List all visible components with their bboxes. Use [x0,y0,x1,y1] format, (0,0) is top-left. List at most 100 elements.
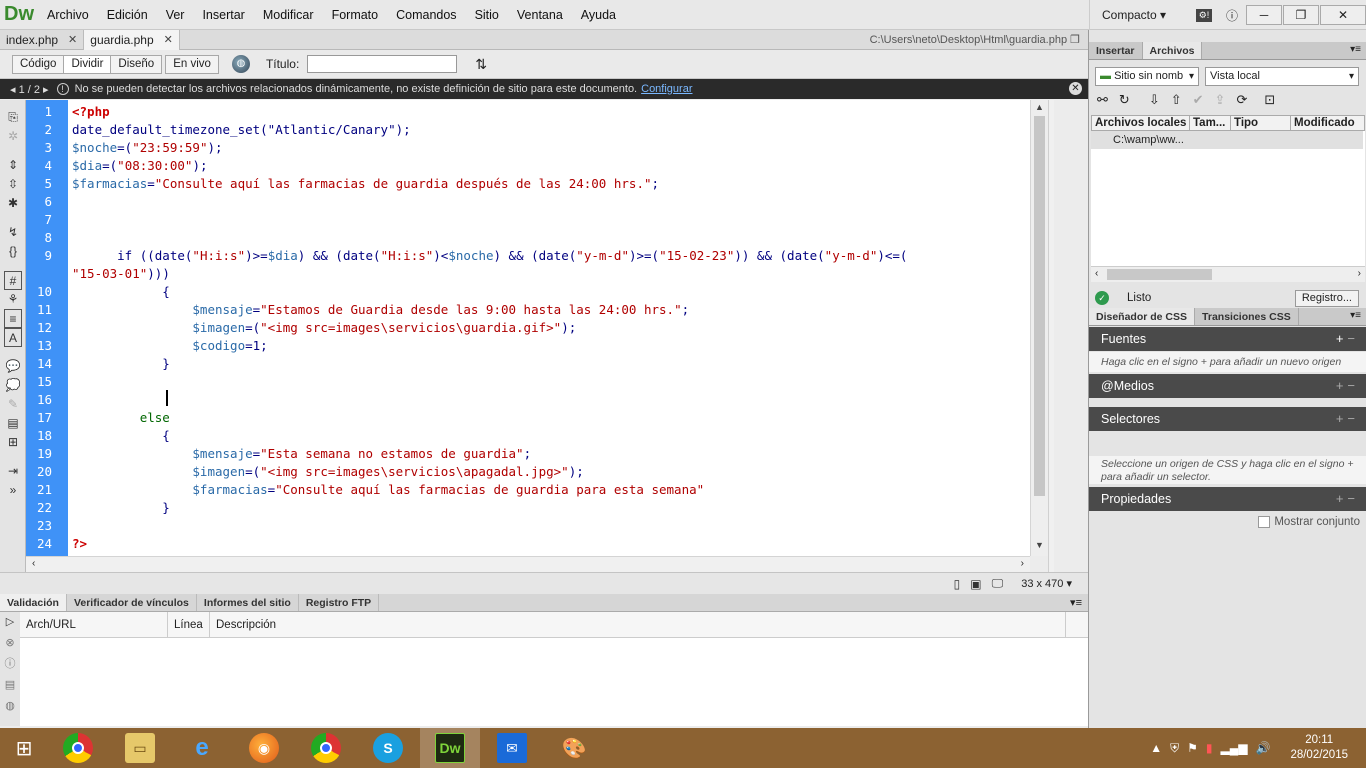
highlight-invalid-icon[interactable]: ⚘ [0,290,26,309]
restore-button[interactable]: ❐ [1283,5,1319,25]
get-files-icon[interactable]: ⇩ [1149,92,1160,108]
browse-report-icon[interactable]: ◍ [0,696,20,717]
column-descripcion[interactable]: Descripción [210,611,1066,638]
code-vertical-scrollbar[interactable]: ▲ ▼ [1030,100,1048,556]
remove-comment-icon[interactable]: 💭 [0,376,26,395]
add-icon[interactable]: + [1336,378,1348,393]
security-shield-icon[interactable]: ⛨ [1170,741,1179,756]
scroll-right-icon[interactable]: › [1021,558,1024,569]
properties-header[interactable]: Propiedades +− [1089,487,1366,511]
configure-link[interactable]: Configurar [641,83,692,95]
close-icon[interactable]: ✕ [164,30,173,50]
info-icon[interactable]: ⓘ [0,654,20,675]
chrome-taskbar-icon[interactable] [48,728,108,768]
help-icon[interactable]: ⓘ [1219,5,1245,25]
file-transfer-icon[interactable]: ⇅ [475,56,487,73]
scroll-left-icon[interactable]: ‹ [1095,268,1098,279]
apply-comment-icon[interactable]: 💬 [0,357,26,376]
desktop-size-icon[interactable]: 🖵 [992,576,1004,591]
panel-menu-icon[interactable]: ▾≡ [1350,44,1361,55]
media-header[interactable]: @Medios +− [1089,374,1366,398]
menu-formato[interactable]: Formato [323,0,388,30]
site-select[interactable]: ▬ Sitio sin nomb ▾ [1095,67,1199,86]
minimize-button[interactable]: ─ [1246,5,1282,25]
menu-ayuda[interactable]: Ayuda [572,0,625,30]
selectors-header[interactable]: Selectores +− [1089,407,1366,431]
scroll-up-icon[interactable]: ▲ [1035,102,1044,112]
tab-verificador-vinculos[interactable]: Verificador de vínculos [67,594,197,611]
recent-snippets-icon[interactable]: ▤ [0,414,26,433]
remove-icon[interactable]: − [1347,411,1359,426]
window-size-select[interactable]: 33 x 470 ▾ [1021,577,1072,590]
preview-globe-icon[interactable]: ◍ [231,55,250,73]
play-icon[interactable]: ▷ [0,612,20,633]
tab-insertar[interactable]: Insertar [1089,42,1143,59]
select-parent-tag-icon[interactable]: ↯ [0,223,26,242]
menu-edicion[interactable]: Edición [98,0,157,30]
add-icon[interactable]: + [1336,331,1348,346]
paint-taskbar-icon[interactable]: 🎨 [544,728,604,768]
balance-braces-icon[interactable]: {} [0,242,26,261]
network-signal-icon[interactable]: ▂▄▆ [1221,741,1248,755]
menu-sitio[interactable]: Sitio [466,0,508,30]
show-set-checkbox[interactable] [1258,516,1271,528]
clock[interactable]: 20:11 28/02/2015 [1290,733,1348,763]
panel-menu-icon[interactable]: ▾≡ [1350,310,1361,321]
remove-icon[interactable]: − [1347,331,1359,346]
expand-all-icon[interactable]: ✱ [0,194,26,213]
put-files-icon[interactable]: ⇧ [1171,92,1182,108]
close-icon[interactable]: ✕ [68,30,77,50]
column-tamano[interactable]: Tam... [1190,116,1231,130]
scroll-thumb[interactable] [1107,269,1212,280]
collapse-selection-icon[interactable]: ⇳ [0,175,26,194]
restore-doc-icon[interactable]: ❐ [1070,34,1080,46]
column-linea[interactable]: Línea [168,611,210,638]
column-arch-url[interactable]: Arch/URL [20,611,168,638]
column-modificado[interactable]: Modificado [1291,116,1364,130]
show-hidden-icons-icon[interactable]: ▲ [1150,741,1162,755]
live-view-button[interactable]: En vivo [165,54,219,74]
volume-icon[interactable]: 🔊 [1255,741,1270,755]
split-divider[interactable] [1048,100,1054,572]
add-icon[interactable]: + [1336,411,1348,426]
code-view-button[interactable]: Código [12,54,65,74]
menu-insertar[interactable]: Insertar [193,0,253,30]
tab-guardia-php[interactable]: guardia.php ✕ [84,30,180,50]
remove-icon[interactable]: − [1347,378,1359,393]
info-pager[interactable]: ◂ 1 / 2 ▸ [10,83,49,96]
skype-taskbar-icon[interactable]: S [358,728,418,768]
show-set-toggle[interactable]: Mostrar conjunto [1258,516,1360,528]
tab-informes-sitio[interactable]: Informes del sitio [197,594,299,611]
menu-ver[interactable]: Ver [157,0,194,30]
save-report-icon[interactable]: ▤ [0,675,20,696]
title-input[interactable] [307,55,458,73]
tab-transiciones-css[interactable]: Transiciones CSS [1195,308,1299,325]
menu-modificar[interactable]: Modificar [254,0,323,30]
collapse-tag-icon[interactable]: ⇕ [0,156,26,175]
indent-code-icon[interactable]: ⇥ [0,462,26,481]
menu-archivo[interactable]: Archivo [38,0,98,30]
check-out-icon[interactable]: ✔ [1193,92,1204,108]
firefox-taskbar-icon[interactable]: ◉ [234,728,294,768]
windows-start-icon[interactable]: ⊞ [0,728,48,768]
dreamweaver-taskbar-icon[interactable]: Dw [420,728,480,768]
code-editor[interactable]: <?php date_default_timezone_set("Atlanti… [68,100,1030,556]
expand-panel-icon[interactable]: ⊡ [1264,92,1275,108]
action-center-flag-icon[interactable]: ⚑ [1187,741,1198,755]
scroll-thumb[interactable] [1034,116,1045,496]
wrap-tag-icon[interactable]: ✎ [0,395,26,414]
synchronize-icon[interactable]: ⟳ [1236,92,1247,108]
check-in-icon[interactable]: ⇪ [1215,92,1226,108]
code-horizontal-scrollbar[interactable]: ‹ › [26,556,1030,572]
remove-icon[interactable]: − [1347,491,1359,506]
more-tools-icon[interactable]: » [0,481,26,500]
close-icon[interactable]: ✕ [1069,82,1082,95]
sources-header[interactable]: Fuentes +− [1089,327,1366,351]
show-code-navigator-icon[interactable]: ✲ [0,127,26,146]
tablet-size-icon[interactable]: ▣ [970,577,981,591]
tab-validacion[interactable]: Validación [0,594,67,611]
internet-explorer-taskbar-icon[interactable]: e [172,728,232,768]
word-wrap-icon[interactable]: ≡ [4,309,22,328]
refresh-icon[interactable]: ↻ [1119,92,1130,108]
log-button[interactable]: Registro... [1294,290,1359,307]
